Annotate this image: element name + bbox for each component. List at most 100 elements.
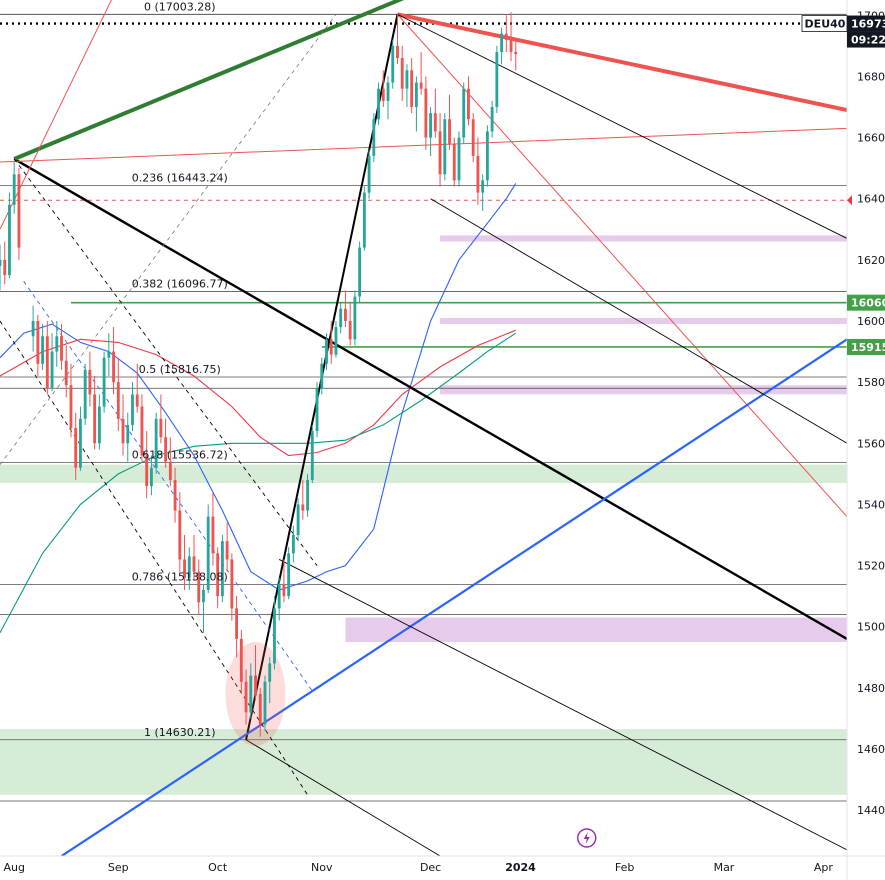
thin-red-line bbox=[0, 127, 848, 163]
candle-body bbox=[17, 174, 21, 248]
time-tag-label: 09:22 bbox=[851, 34, 885, 47]
candle-body bbox=[102, 357, 106, 407]
candle-body bbox=[391, 45, 395, 83]
fib-label: 0.382 (16096.77) bbox=[132, 277, 228, 290]
fib-label: 0.236 (16443.24) bbox=[132, 171, 228, 184]
candle-body bbox=[320, 363, 324, 389]
candle-body bbox=[400, 58, 404, 89]
candle-body bbox=[225, 541, 229, 560]
price-tick-label: 16200 bbox=[857, 254, 885, 267]
fib-label: 0.786 (15138.08) bbox=[132, 571, 228, 584]
price-tick-label: 15400 bbox=[857, 498, 885, 511]
candle-body bbox=[31, 321, 35, 337]
candle-body bbox=[121, 418, 125, 444]
candle-body bbox=[79, 418, 82, 468]
candle-body bbox=[500, 33, 503, 52]
candle-body bbox=[0, 259, 2, 266]
candle-body bbox=[296, 504, 300, 535]
candle-body bbox=[173, 479, 177, 511]
candle-body bbox=[8, 204, 11, 276]
candle-body bbox=[12, 174, 16, 205]
purple-zone bbox=[345, 617, 847, 642]
candle-body bbox=[367, 155, 371, 193]
time-tick-label: Dec bbox=[420, 861, 441, 874]
candle-body bbox=[230, 559, 234, 609]
candle-body bbox=[273, 608, 276, 664]
channel-line bbox=[278, 559, 848, 851]
candle-body bbox=[220, 541, 224, 597]
candle-body bbox=[334, 327, 338, 355]
candle-body bbox=[410, 70, 414, 107]
candle-body bbox=[159, 418, 163, 438]
downtrend-line bbox=[13, 157, 848, 640]
candle-body bbox=[452, 143, 456, 181]
candle-body bbox=[291, 535, 295, 554]
candle-body bbox=[457, 137, 461, 181]
candle-body bbox=[97, 406, 101, 444]
candle-body bbox=[202, 590, 205, 603]
candle-body bbox=[282, 583, 286, 597]
candle-body bbox=[178, 510, 182, 560]
fib-label: 0.618 (15536.72) bbox=[132, 449, 228, 462]
ema-mid-line bbox=[0, 329, 517, 457]
candle-body bbox=[372, 119, 376, 156]
candle-body bbox=[50, 351, 54, 389]
candle-body bbox=[495, 51, 499, 107]
price-chart[interactable]: 0 (17003.28) 0.236 (16443.24) 0.382 (16096… bbox=[0, 0, 885, 880]
candle-body bbox=[414, 82, 418, 107]
fib-label: 1 (14630.21) bbox=[144, 726, 216, 739]
candle-body bbox=[64, 360, 68, 386]
time-tick-label: 2024 bbox=[505, 861, 536, 874]
candle-body bbox=[353, 296, 357, 340]
candle-body bbox=[476, 155, 480, 193]
time-tick-label: Feb bbox=[615, 861, 634, 874]
candle-body bbox=[192, 556, 196, 572]
zones-layer bbox=[0, 235, 847, 795]
price-tag-label: 16060 bbox=[851, 297, 885, 310]
time-tick-label: Mar bbox=[714, 861, 735, 874]
fib-label: 0.5 (15816.75) bbox=[139, 363, 221, 376]
candle-body bbox=[462, 88, 466, 138]
candle-body bbox=[329, 339, 333, 355]
candle-body bbox=[126, 424, 130, 444]
candle-body bbox=[490, 107, 494, 132]
candle-body bbox=[443, 119, 447, 175]
price-tick-label: 16000 bbox=[857, 315, 885, 328]
price-tick-label: 15000 bbox=[857, 621, 885, 634]
candle-body bbox=[83, 369, 87, 419]
candle-body bbox=[481, 180, 485, 193]
candle-body bbox=[263, 681, 267, 725]
price-tick-label: 14800 bbox=[857, 682, 885, 695]
candle-body bbox=[448, 119, 451, 144]
flash-icon-glyph bbox=[583, 832, 590, 844]
candle-body bbox=[405, 70, 409, 89]
candle-body bbox=[277, 583, 281, 609]
labels-layer: 0 (17003.28) 0.236 (16443.24) 0.382 (16096… bbox=[132, 0, 597, 848]
candle-body bbox=[258, 693, 262, 725]
candle-body bbox=[348, 321, 352, 340]
candle-body bbox=[135, 394, 139, 407]
candle-body bbox=[244, 681, 248, 713]
time-tick-label: Sep bbox=[108, 861, 129, 874]
candle-body bbox=[211, 516, 215, 554]
price-tick-label: 16800 bbox=[857, 70, 885, 83]
candle-body bbox=[131, 394, 134, 425]
fib-label: 0 (17003.28) bbox=[144, 0, 216, 13]
candle-body bbox=[310, 431, 314, 480]
price-tick-label: 15600 bbox=[857, 437, 885, 450]
candle-body bbox=[509, 39, 513, 52]
candle-body bbox=[60, 336, 63, 361]
price-tick-label: 14400 bbox=[857, 804, 885, 817]
candle-body bbox=[358, 247, 362, 297]
dashed-channel-line bbox=[23, 280, 313, 692]
dashed-diagonal-line bbox=[0, 14, 337, 465]
candle-body bbox=[287, 553, 291, 597]
purple-zone bbox=[440, 385, 847, 395]
candle-body bbox=[504, 33, 508, 40]
candle-body bbox=[168, 461, 172, 480]
candle-body bbox=[315, 388, 319, 432]
candle-body bbox=[116, 382, 120, 419]
price-tag-label: 16973 bbox=[851, 18, 885, 31]
candle-body bbox=[112, 351, 115, 383]
candle-body bbox=[438, 131, 442, 175]
